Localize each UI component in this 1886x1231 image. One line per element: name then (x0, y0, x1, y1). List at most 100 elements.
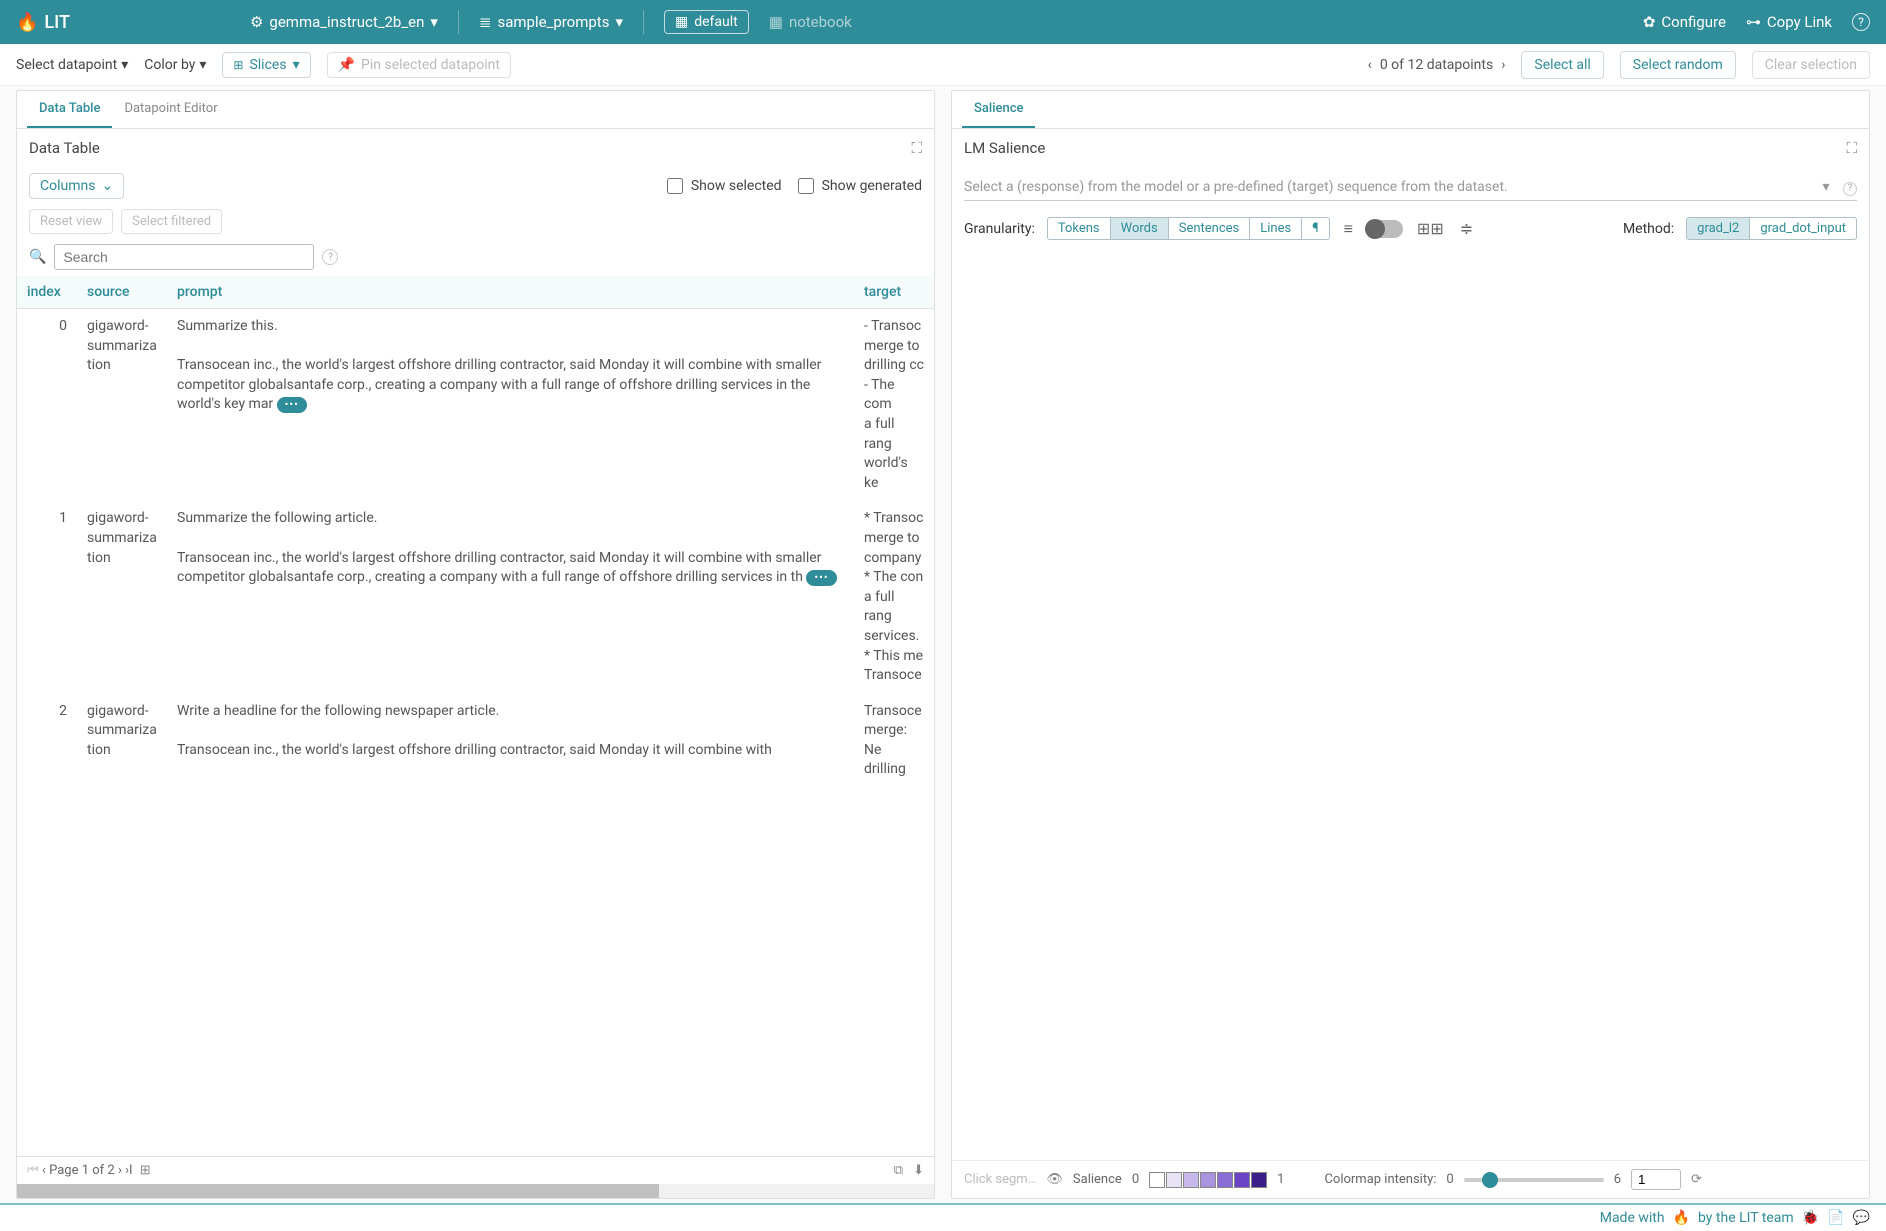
gran-paragraph[interactable]: ¶ (1302, 218, 1328, 239)
granularity-label: Granularity: (964, 221, 1035, 237)
right-panel-header: LM Salience ⛶ (952, 129, 1869, 167)
file-icon[interactable]: 📄 (1827, 1210, 1844, 1226)
tab-datapoint-editor[interactable]: Datapoint Editor (112, 91, 229, 128)
select-datapoint-dropdown[interactable]: Select datapoint ▾ (16, 57, 128, 73)
colormap-swatch (1200, 1172, 1216, 1188)
model-name: gemma_instruct_2b_en (269, 13, 424, 31)
help-icon[interactable]: ? (322, 249, 338, 265)
prev-page-icon[interactable]: ‹ (42, 1163, 46, 1178)
select-all-button[interactable]: Select all (1521, 51, 1603, 79)
gran-words[interactable]: Words (1111, 218, 1169, 239)
salience-content (952, 249, 1869, 1161)
model-selector[interactable]: ⚙ gemma_instruct_2b_en ▾ (250, 13, 438, 31)
color-by-dropdown[interactable]: Color by ▾ (144, 57, 206, 73)
cell-target: * Transoc merge to company * The con a f… (854, 501, 934, 693)
cmap-lo: 0 (1446, 1172, 1453, 1187)
th-source[interactable]: source (77, 276, 167, 309)
show-selected-checkbox[interactable]: Show selected (667, 178, 782, 194)
method-grad-dot-input[interactable]: grad_dot_input (1750, 218, 1856, 239)
next-page-icon[interactable]: › (118, 1163, 122, 1178)
chip-icon: ⚙ (250, 13, 263, 31)
dataset-selector[interactable]: ≣ sample_prompts ▾ (479, 13, 623, 31)
colormap-slider[interactable] (1464, 1178, 1604, 1182)
show-selected-label: Show selected (691, 178, 782, 194)
left-tabs: Data Table Datapoint Editor (17, 91, 934, 129)
table-row[interactable]: 1gigaword-summarizationSummarize the fol… (17, 501, 934, 693)
chevron-down-icon: ⌄ (101, 178, 113, 194)
colormap-swatch (1251, 1172, 1267, 1188)
layout-icon: ▦ (675, 14, 688, 30)
gran-sentences[interactable]: Sentences (1169, 218, 1251, 239)
more-pill[interactable]: ••• (277, 397, 307, 412)
show-selected-input[interactable] (667, 178, 683, 194)
cell-source: gigaword-summarization (77, 309, 167, 502)
view-toggle[interactable] (1367, 220, 1403, 238)
scale-hi: 1 (1277, 1172, 1284, 1187)
gran-tokens[interactable]: Tokens (1048, 218, 1111, 239)
grid-icon[interactable]: ⊞ (140, 1163, 151, 1178)
th-target[interactable]: target (854, 276, 934, 309)
next-icon[interactable]: › (1501, 57, 1505, 73)
horizontal-scrollbar[interactable] (17, 1184, 934, 1198)
chat-icon[interactable]: 💬 (1853, 1210, 1870, 1226)
first-page-icon[interactable]: ⏮ (27, 1163, 39, 1178)
split-icon[interactable]: ≑ (1458, 217, 1475, 240)
method-grad-l2[interactable]: grad_l2 (1687, 218, 1750, 239)
eye-icon[interactable]: 👁 (1046, 1172, 1063, 1187)
more-pill[interactable]: ••• (806, 570, 836, 585)
salience-placeholder: Select a (response) from the model or a … (964, 179, 1508, 195)
salience-footer: Click segm… 👁 Salience 0 1 Colormap inte… (952, 1160, 1869, 1198)
help-icon[interactable]: ? (1843, 182, 1857, 196)
last-page-icon[interactable]: ›I (125, 1163, 132, 1178)
table-row[interactable]: 0gigaword-summarizationSummarize this. T… (17, 309, 934, 502)
cell-index: 2 (17, 694, 77, 788)
colormap-value-input[interactable] (1631, 1169, 1681, 1190)
table-row[interactable]: 2gigaword-summarizationWrite a headline … (17, 694, 934, 788)
fire-icon: 🔥 (1673, 1210, 1690, 1226)
refresh-icon[interactable]: ⟳ (1691, 1172, 1702, 1187)
expand-icon[interactable]: ⛶ (911, 139, 922, 157)
select-random-button[interactable]: Select random (1620, 51, 1736, 79)
copy-link-button[interactable]: ⊶ Copy Link (1746, 13, 1832, 31)
right-panel-body: Select a (response) from the model or a … (952, 167, 1869, 1198)
salience-selector[interactable]: Select a (response) from the model or a … (964, 175, 1857, 201)
density-icon[interactable]: ≡ (1342, 217, 1355, 241)
slices-label: Slices (249, 57, 286, 73)
grid-view-icon[interactable]: ⊞⊞ (1415, 217, 1446, 240)
gear-icon: ✿ (1643, 13, 1656, 31)
expand-icon[interactable]: ⛶ (1846, 139, 1857, 157)
chevron-down-icon[interactable]: ▾ (1822, 179, 1829, 195)
link-icon: ⊶ (1746, 13, 1761, 31)
gran-lines[interactable]: Lines (1250, 218, 1302, 239)
scrollbar-thumb[interactable] (17, 1184, 659, 1198)
colormap-swatch (1183, 1172, 1199, 1188)
colormap-swatch (1149, 1172, 1165, 1188)
layout-default[interactable]: ▦ default (664, 10, 749, 34)
colormap-intensity-label: Colormap intensity: (1324, 1172, 1436, 1187)
th-index[interactable]: index (17, 276, 77, 309)
made-with-pre: Made with (1600, 1210, 1665, 1226)
slices-button[interactable]: ⊞ Slices ▾ (222, 52, 310, 78)
configure-button[interactable]: ✿ Configure (1643, 13, 1726, 31)
layout-notebook[interactable]: ▦ notebook (769, 13, 852, 31)
search-input[interactable] (54, 244, 314, 270)
bug-icon[interactable]: 🐞 (1802, 1210, 1819, 1226)
th-prompt[interactable]: prompt (167, 276, 854, 309)
help-icon[interactable]: ? (1852, 13, 1870, 31)
pager-label: Page 1 of 2 (49, 1163, 115, 1178)
prev-icon[interactable]: ‹ (1368, 57, 1372, 73)
layout-default-label: default (694, 14, 738, 30)
tab-salience[interactable]: Salience (962, 91, 1035, 128)
granularity-row: Granularity: Tokens Words Sentences Line… (952, 209, 1869, 249)
cell-index: 0 (17, 309, 77, 502)
configure-label: Configure (1661, 13, 1726, 31)
table-wrap[interactable]: index source prompt target 0gigaword-sum… (17, 276, 934, 1156)
copy-icon[interactable]: ⧉ (894, 1163, 903, 1178)
columns-button[interactable]: Columns ⌄ (29, 173, 124, 199)
show-generated-input[interactable] (798, 178, 814, 194)
download-icon[interactable]: ⬇ (913, 1163, 924, 1178)
cell-target: - Transoc merge to drilling cc - The com… (854, 309, 934, 502)
tab-data-table[interactable]: Data Table (27, 91, 112, 128)
colormap-swatches (1149, 1172, 1267, 1188)
show-generated-checkbox[interactable]: Show generated (798, 178, 922, 194)
